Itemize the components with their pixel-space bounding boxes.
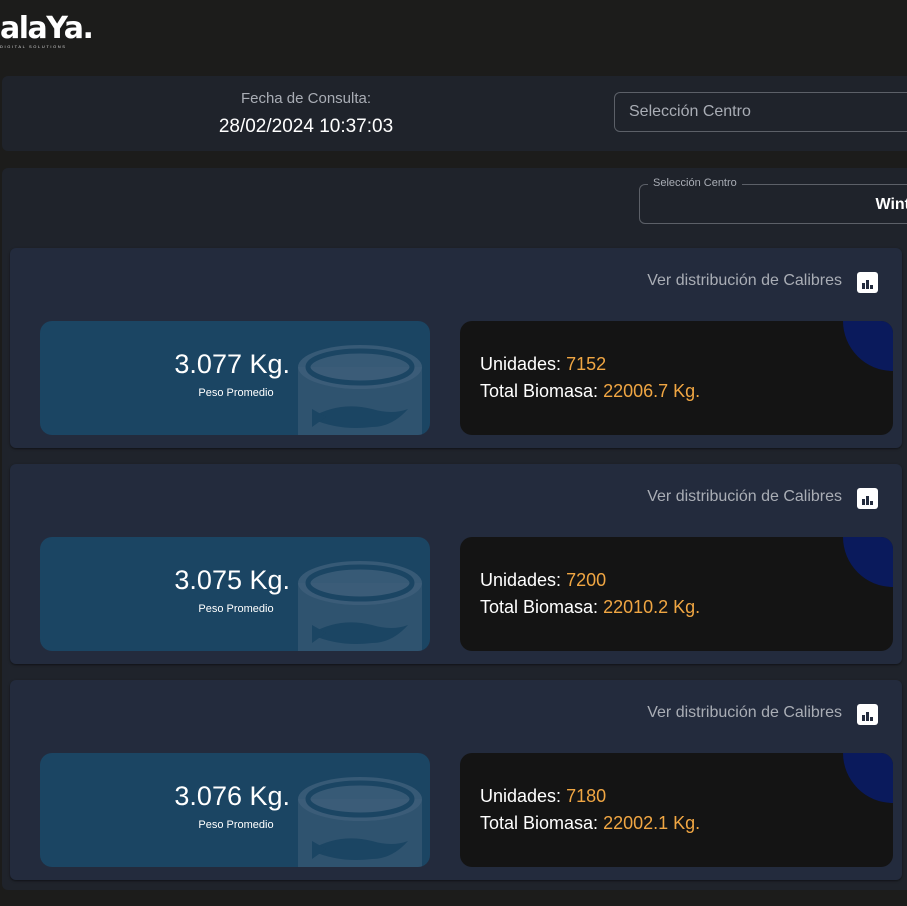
- cage-card: Ver distribución de Calibres 3.076 Kg. P…: [10, 680, 902, 880]
- query-date-label: Fecha de Consulta:: [240, 90, 372, 107]
- units-value: 7152: [566, 354, 607, 374]
- average-weight-value: 3.077 Kg.: [174, 349, 290, 379]
- units-line: Unidades: 7180: [480, 786, 606, 807]
- units-value: 7200: [566, 570, 607, 590]
- units-label: Unidades:: [480, 354, 562, 374]
- bar-chart-icon[interactable]: [857, 488, 878, 509]
- view-caliber-distribution-link[interactable]: Ver distribución de Calibres: [647, 272, 842, 290]
- units-line: Unidades: 7200: [480, 570, 606, 591]
- biomass-label: Total Biomasa:: [480, 813, 599, 833]
- average-weight-value: 3.076 Kg.: [174, 781, 290, 811]
- average-weight-label: Peso Promedio: [198, 819, 274, 831]
- average-weight-box: 3.075 Kg. Peso Promedio: [40, 537, 430, 651]
- biomass-value: 22010.2 Kg.: [603, 597, 701, 617]
- center-select-top[interactable]: Selección Centro: [614, 92, 907, 132]
- fish-can-icon: [298, 561, 422, 651]
- biomass-line: Total Biomasa: 22010.2 Kg.: [480, 597, 700, 618]
- units-value: 7180: [566, 786, 607, 806]
- view-caliber-distribution-link[interactable]: Ver distribución de Calibres: [647, 704, 842, 722]
- center-select-legend: Selección Centro: [648, 177, 742, 189]
- biomass-line: Total Biomasa: 22002.1 Kg.: [480, 813, 700, 834]
- biomass-line: Total Biomasa: 22006.7 Kg.: [480, 381, 700, 402]
- stats-box: Unidades: 7200 Total Biomasa: 22010.2 Kg…: [460, 537, 893, 651]
- bar-chart-icon[interactable]: [857, 272, 878, 293]
- stats-box: Unidades: 7152 Total Biomasa: 22006.7 Kg…: [460, 321, 893, 435]
- average-weight-label: Peso Promedio: [198, 603, 274, 615]
- units-label: Unidades:: [480, 786, 562, 806]
- units-line: Unidades: 7152: [480, 354, 606, 375]
- center-select-outlined[interactable]: Selección Centro Wint: [639, 177, 907, 224]
- stats-box: Unidades: 7180 Total Biomasa: 22002.1 Kg…: [460, 753, 893, 867]
- main-results-panel: Selección Centro Wint Ver distribución d…: [2, 168, 907, 890]
- fish-can-icon: [298, 345, 422, 435]
- average-weight-box: 3.076 Kg. Peso Promedio: [40, 753, 430, 867]
- cage-card: Ver distribución de Calibres 3.077 Kg. P…: [10, 248, 902, 448]
- center-select-value: Wint: [875, 196, 907, 213]
- biomass-value: 22006.7 Kg.: [603, 381, 701, 401]
- cage-card: Ver distribución de Calibres 3.075 Kg. P…: [10, 464, 902, 664]
- query-date-value: 28/02/2024 10:37:03: [218, 116, 394, 137]
- view-caliber-distribution-link[interactable]: Ver distribución de Calibres: [647, 488, 842, 506]
- fish-can-icon: [298, 777, 422, 867]
- corner-decoration: [843, 321, 893, 371]
- average-weight-value: 3.075 Kg.: [174, 565, 290, 595]
- brand-logo-subtitle: DIGITAL SOLUTIONS: [0, 44, 67, 49]
- corner-decoration: [843, 537, 893, 587]
- average-weight-box: 3.077 Kg. Peso Promedio: [40, 321, 430, 435]
- biomass-label: Total Biomasa:: [480, 381, 599, 401]
- query-header-panel: Fecha de Consulta: 28/02/2024 10:37:03 S…: [2, 76, 907, 151]
- units-label: Unidades:: [480, 570, 562, 590]
- bar-chart-icon[interactable]: [857, 704, 878, 725]
- biomass-value: 22002.1 Kg.: [603, 813, 701, 833]
- average-weight-label: Peso Promedio: [198, 387, 274, 399]
- corner-decoration: [843, 753, 893, 803]
- brand-logo: alaYa.: [0, 11, 94, 46]
- biomass-label: Total Biomasa:: [480, 597, 599, 617]
